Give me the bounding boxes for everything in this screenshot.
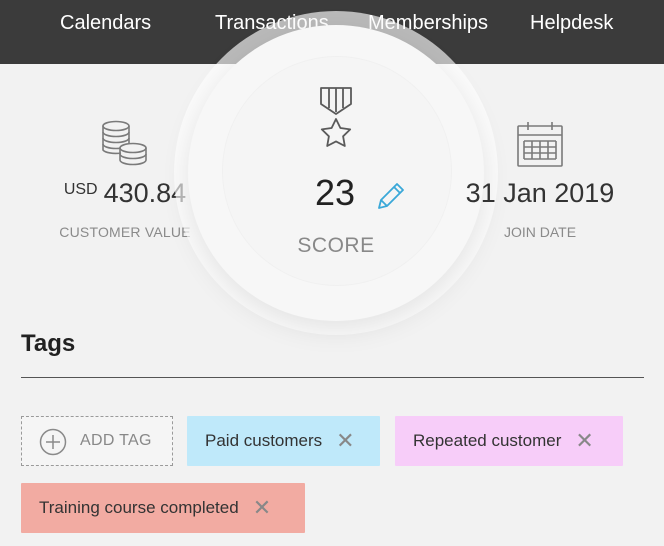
score-label: SCORE — [297, 234, 375, 257]
score-value: 23 — [314, 172, 356, 213]
close-icon[interactable]: ✕ — [575, 430, 593, 452]
tag-repeated-customer: Repeated customer ✕ — [395, 416, 623, 466]
coins-stack-icon — [100, 120, 150, 171]
join-date-label: JOIN DATE — [503, 224, 577, 240]
join-date-value: 31 Jan 2019 — [465, 178, 615, 208]
customer-value-amount: 430.84 — [103, 178, 187, 208]
medal-star-icon — [316, 86, 356, 157]
tags-heading: Tags — [21, 330, 76, 357]
customer-value-label: CUSTOMER VALUE — [59, 224, 191, 240]
tag-label: Paid customers — [205, 431, 323, 450]
close-icon[interactable]: ✕ — [336, 430, 354, 452]
tags-divider — [21, 377, 644, 378]
nav-helpdesk[interactable]: Helpdesk — [530, 12, 613, 35]
nav-calendars[interactable]: Calendars — [60, 12, 151, 35]
tag-label: Repeated customer — [413, 431, 562, 450]
close-icon[interactable]: ✕ — [253, 497, 271, 519]
add-tag-button[interactable]: ADD TAG — [21, 416, 173, 466]
customer-value: USD 430.84 — [40, 178, 210, 209]
tag-paid-customers: Paid customers ✕ — [187, 416, 380, 466]
nav-memberships[interactable]: Memberships — [368, 12, 488, 35]
customer-profile-page: Calendars Transactions Memberships Helpd… — [0, 0, 664, 546]
currency-code: USD — [63, 181, 98, 198]
plus-circle-icon — [39, 428, 67, 461]
add-tag-label: ADD TAG — [80, 432, 152, 449]
calendar-icon — [515, 120, 565, 173]
pencil-icon[interactable] — [375, 180, 407, 217]
tag-label: Training course completed — [39, 498, 239, 517]
tag-training-course-completed: Training course completed ✕ — [21, 483, 305, 533]
